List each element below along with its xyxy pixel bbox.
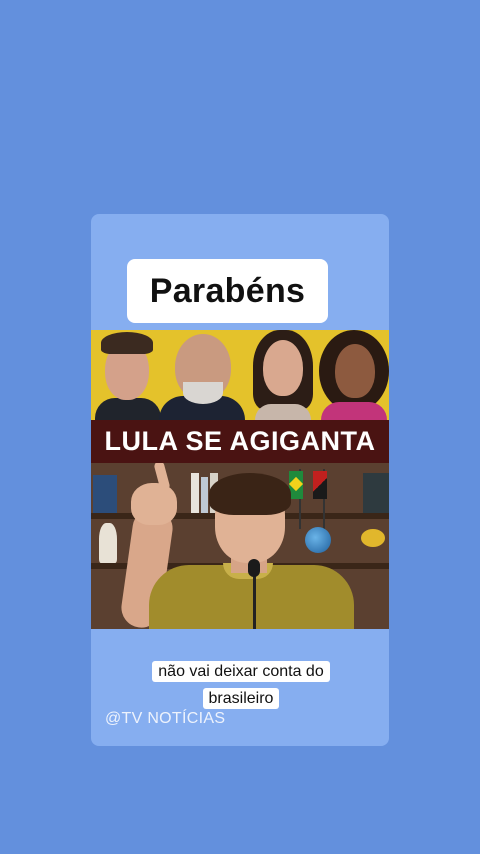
microphone-icon — [248, 559, 260, 577]
person-portrait-4 — [315, 330, 389, 420]
statue-icon — [99, 523, 117, 563]
person-portrait-2 — [157, 330, 247, 420]
hand — [131, 483, 177, 525]
person-portrait-1 — [91, 330, 161, 420]
title-label-box: Parabéns — [127, 259, 328, 323]
title-text: Parabéns — [149, 271, 306, 310]
caption-text: não vai deixar conta do brasileiro — [152, 661, 330, 709]
book-stack — [191, 473, 199, 513]
story-card: Parabéns LULA SE AGIGANTA não vai deixar… — [91, 214, 389, 746]
microphone-stand — [253, 573, 256, 629]
brazil-flag-icon — [288, 471, 304, 499]
book-stack — [93, 475, 117, 513]
studio-background — [91, 463, 389, 629]
person-portrait-3 — [245, 330, 319, 420]
book-stack — [201, 477, 208, 513]
headline-banner: LULA SE AGIGANTA — [91, 420, 389, 463]
video-thumbnail[interactable]: LULA SE AGIGANTA — [91, 330, 389, 629]
speaker-hair — [209, 473, 291, 515]
thumbnail-people-strip — [91, 330, 389, 420]
headline-text: LULA SE AGIGANTA — [104, 426, 376, 456]
plant-icon — [361, 529, 385, 547]
red-black-flag-icon — [313, 471, 327, 499]
caption: não vai deixar conta do brasileiro — [127, 658, 355, 712]
globe-icon — [305, 527, 331, 553]
book-stack — [363, 473, 389, 513]
watermark-text: @TV NOTÍCIAS — [105, 710, 226, 727]
